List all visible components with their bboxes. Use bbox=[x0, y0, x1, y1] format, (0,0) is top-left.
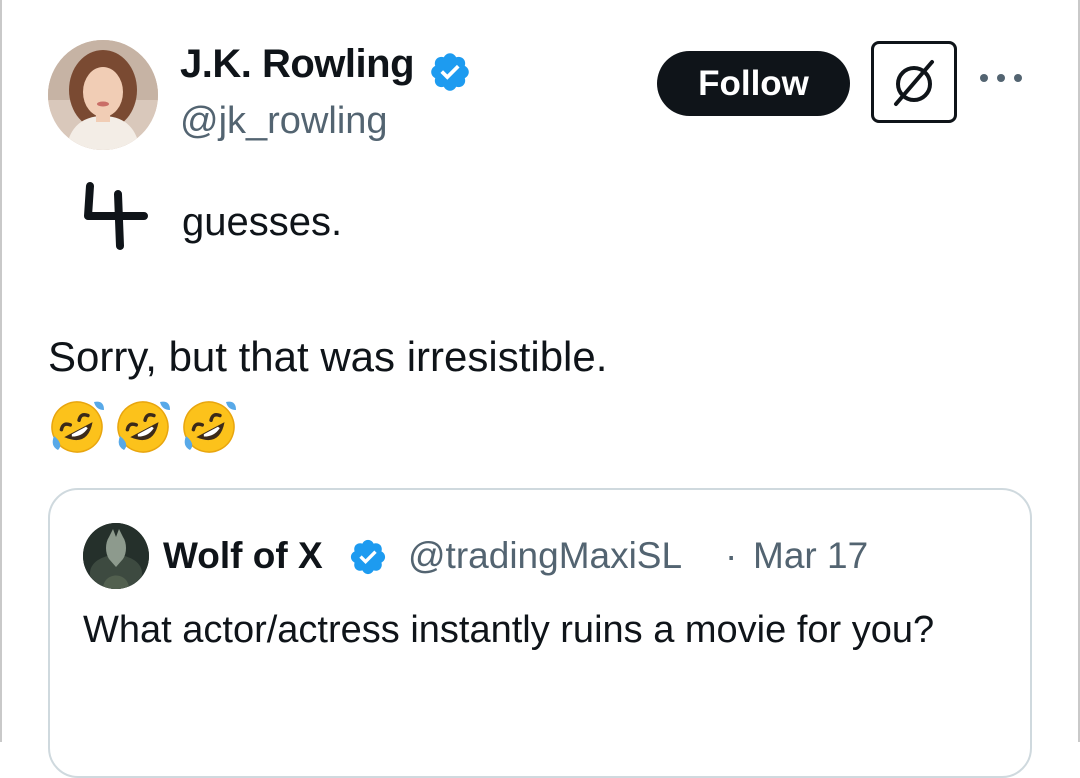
author-avatar[interactable] bbox=[48, 40, 158, 150]
rolling-laughing-emoji bbox=[117, 401, 170, 453]
quote-author-name[interactable]: Wolf of X bbox=[163, 535, 323, 577]
verified-badge-icon bbox=[350, 539, 386, 575]
tweet-text-line1: guesses. bbox=[182, 200, 343, 244]
rolling-laughing-emoji bbox=[51, 401, 104, 453]
author-handle[interactable]: @jk_rowling bbox=[180, 100, 388, 143]
handwritten-four bbox=[84, 182, 148, 250]
left-frame-edge bbox=[0, 0, 2, 742]
verified-badge-icon bbox=[431, 53, 469, 91]
follow-button[interactable]: Follow bbox=[657, 51, 850, 116]
quote-author-handle[interactable]: @tradingMaxiSL bbox=[408, 535, 682, 577]
more-dots-icon[interactable] bbox=[978, 66, 1024, 90]
rolling-laughing-emoji bbox=[183, 401, 236, 453]
quote-date[interactable]: Mar 17 bbox=[753, 535, 868, 577]
quote-text: What actor/actress instantly ruins a mov… bbox=[83, 609, 935, 651]
grok-button[interactable] bbox=[871, 41, 957, 123]
tweet-text-line2: Sorry, but that was irresistible. bbox=[48, 333, 608, 380]
author-name[interactable]: J.K. Rowling bbox=[180, 42, 415, 87]
slashed-circle-icon bbox=[894, 60, 934, 106]
quote-author-avatar[interactable] bbox=[83, 523, 149, 589]
quote-separator: · bbox=[725, 535, 738, 576]
